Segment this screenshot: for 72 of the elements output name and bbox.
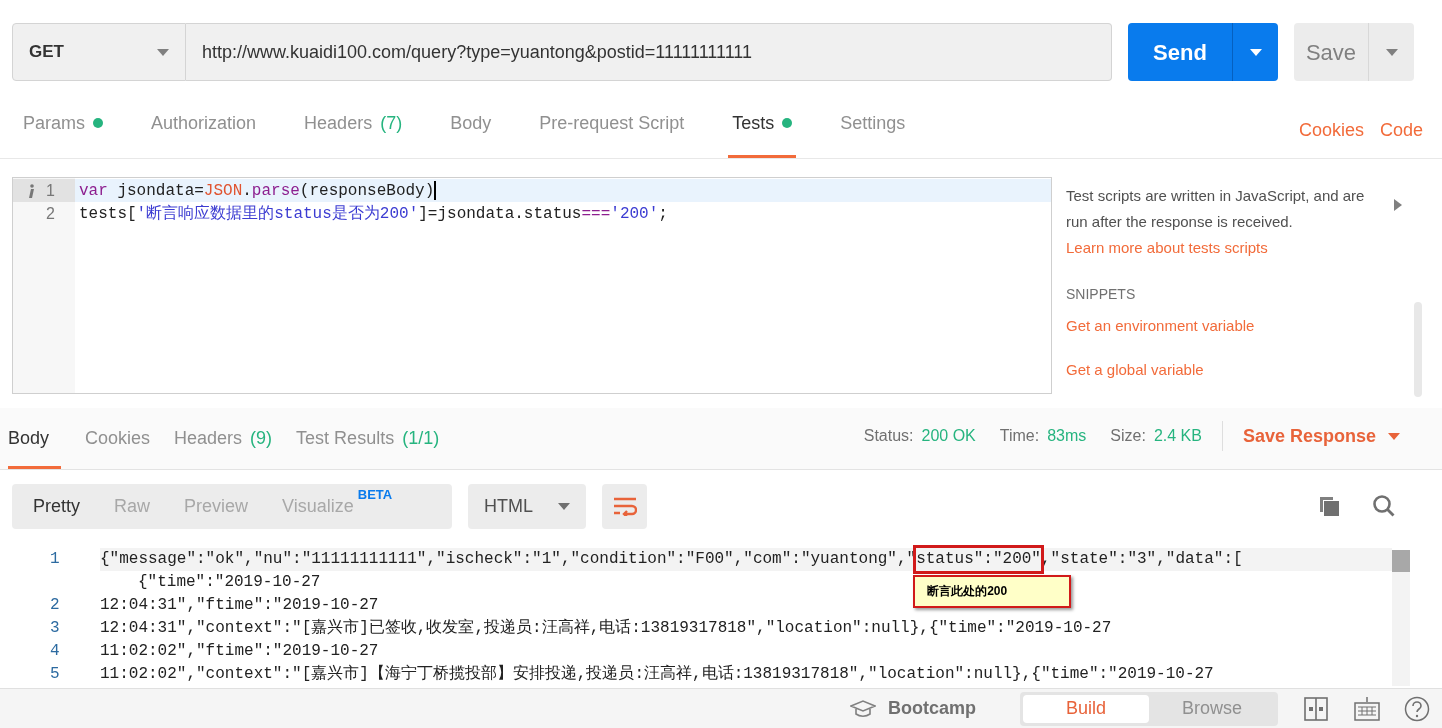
code-text: 12:04:31","context":"[嘉兴市]已签收,收发室,投递员:汪高祥,电话:13819317818","location":null},{"time":"2019-10-27	[100, 617, 1112, 639]
code-line: tests['断言响应数据里的status是否为200']=jsondata.status==='200';	[79, 203, 668, 225]
view-mode-tab[interactable]: Raw	[101, 492, 164, 520]
request-tab[interactable]: Headers (7)	[300, 104, 407, 158]
send-options-button[interactable]	[1232, 23, 1278, 81]
line-number: 2	[49, 595, 61, 616]
code-line: var jsondata=JSON.parse(responseBody)	[79, 180, 435, 202]
annotation-note: 断言此处的200	[913, 575, 1072, 608]
request-tab[interactable]: Authorization	[147, 104, 261, 158]
code-text: {"message":"ok","nu":"11111111111","ischeck":"1","condition":"F00","com":"yuantong","	[100, 549, 917, 570]
view-mode-tab[interactable]: Visualize BETA	[269, 492, 406, 520]
meta-value: 83ms	[1047, 426, 1087, 446]
mode-toggle[interactable]: Browse	[1149, 694, 1275, 723]
request-tab[interactable]: Body	[446, 104, 496, 158]
caret-icon	[157, 48, 169, 56]
meta-value: 200 OK	[921, 426, 976, 446]
code-text: 11:02:02","context":"[嘉兴市]【海宁丁桥揽投部】安排投递,投递员:汪高祥,电话:13819317818","location":null},{"time":"2019-10-27	[100, 663, 1214, 685]
send-button[interactable]: Send	[1128, 23, 1232, 81]
copy-icon[interactable]	[1318, 495, 1340, 517]
snippet-link[interactable]: Get an environment variable	[1066, 314, 1418, 337]
response-tab[interactable]: Test Results (1/1)	[296, 408, 440, 469]
learn-more-link[interactable]: Learn more about tests scripts	[1066, 237, 1418, 260]
line-number: 4	[49, 641, 61, 662]
header-link[interactable]: Code	[1379, 117, 1423, 144]
code-text: ,"state":"3","data":[	[1040, 549, 1243, 570]
snippet-link[interactable]: Get a global variable	[1066, 359, 1418, 382]
view-mode-tab[interactable]: Preview	[171, 492, 262, 520]
request-tab[interactable]: Tests	[728, 104, 797, 158]
wrap-lines-icon	[612, 496, 637, 516]
request-tab[interactable]: Settings	[836, 104, 910, 158]
response-tab[interactable]: Body	[8, 408, 62, 469]
mode-toggle[interactable]: Build	[1023, 694, 1149, 723]
caret-icon	[558, 502, 570, 510]
keyboard-icon[interactable]	[1354, 695, 1380, 722]
meta-label: Size:	[1110, 426, 1146, 446]
caret-icon	[1388, 432, 1400, 440]
header-link[interactable]: Cookies	[1298, 117, 1364, 144]
caret-icon	[1249, 48, 1262, 56]
code-text: 12:04:31","ftime":"2019-10-27	[100, 595, 379, 616]
caret-icon	[1385, 48, 1398, 56]
line-number: 3	[49, 618, 61, 639]
url-field[interactable]: http://www.kuaidi100.com/query?type=yuantong&postid=11111111111	[186, 23, 1112, 81]
expand-arrow-icon[interactable]	[1394, 199, 1402, 211]
scrollbar[interactable]	[1392, 550, 1410, 686]
text-cursor	[434, 181, 437, 200]
line-number: 1	[46, 180, 55, 201]
help-icon[interactable]	[1404, 695, 1430, 722]
line-number: 2	[46, 203, 55, 224]
script-editor[interactable]: 1 2 var jsondata=JSON.parse(responseBody) tests['断言响应数据里的status是否为200']=jsondata.status==='200';	[12, 177, 1052, 394]
save-response-button[interactable]: Save Response	[1242, 422, 1400, 450]
request-tab[interactable]: Params	[19, 104, 107, 158]
wrap-lines-button[interactable]	[602, 483, 647, 529]
meta-label: Time:	[999, 426, 1040, 446]
two-pane-icon[interactable]	[1304, 696, 1328, 721]
graduation-cap-icon	[850, 698, 876, 719]
meta-value: 2.4 KB	[1153, 426, 1202, 446]
request-tab[interactable]: Pre-request Script	[535, 104, 689, 158]
response-tab[interactable]: Headers (9)	[174, 408, 273, 469]
line-number: 5	[49, 664, 61, 685]
bootcamp-link[interactable]: Bootcamp	[888, 695, 976, 722]
response-tab[interactable]: Cookies	[85, 408, 151, 469]
help-text: Test scripts are written in JavaScript, and are run after the response is received.	[1066, 186, 1366, 232]
line-number: 1	[49, 549, 61, 570]
view-mode-tab[interactable]: Pretty	[20, 492, 93, 520]
method-dropdown[interactable]: GET	[12, 23, 186, 81]
info-icon	[28, 183, 35, 198]
format-dropdown[interactable]: HTML	[468, 483, 586, 529]
meta-label: Status:	[863, 426, 914, 446]
code-text: 11:02:02","ftime":"2019-10-27	[100, 641, 379, 662]
snippets-heading: SNIPPETS	[1066, 284, 1137, 304]
save-button[interactable]: Save	[1294, 23, 1368, 81]
search-icon[interactable]	[1372, 494, 1396, 518]
